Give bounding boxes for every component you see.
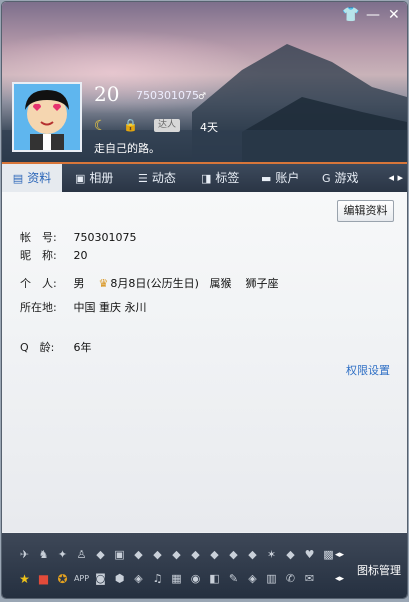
diamond-icon[interactable]: ◆ [206, 546, 223, 563]
game-icon: G [322, 172, 331, 185]
tab-feed[interactable]: ☰ 动态 [138, 164, 176, 192]
profile-window: 👕 — ✕ 20 750301075 ♂ ☾ 🔒 达人 4天 走自己的路。 ▤ 资… [2, 2, 407, 598]
birthday-value: 8月8日(公历生日) [110, 277, 199, 290]
diamond-icon[interactable]: ◆ [92, 546, 109, 563]
tag-icon[interactable]: ◧ [206, 570, 223, 587]
tab-album[interactable]: ▣ 相册 [75, 164, 113, 192]
music-icon[interactable]: ♫ [149, 570, 166, 587]
film-icon[interactable]: ▦ [168, 570, 185, 587]
avatar-image [25, 90, 69, 150]
tab-scroll-arrows[interactable]: ◂ ▸ [388, 164, 403, 192]
close-button[interactable]: ✕ [388, 8, 400, 22]
edit-profile-button[interactable]: 编辑资料 [337, 200, 394, 222]
tag-icon: ◨ [201, 172, 212, 185]
online-days: 4天 [200, 121, 218, 134]
qq-number: 750301075 [136, 89, 199, 102]
lock-icon: 🔒 [123, 118, 138, 132]
book-icon[interactable]: ▥ [263, 570, 280, 587]
heart-icon[interactable]: ♥ [301, 546, 318, 563]
app-icon[interactable]: APP [73, 570, 90, 587]
row1-scroll-arrows[interactable]: ◂▸ [335, 550, 344, 560]
skin-icon[interactable]: 👕 [342, 8, 359, 22]
moon-icon: ☾ [94, 118, 107, 134]
photo-album-icon: ▣ [75, 172, 86, 185]
diamond-icon[interactable]: ◆ [225, 546, 242, 563]
tab-games[interactable]: G 游戏 [322, 164, 359, 192]
tab-tags[interactable]: ◨ 标签 [201, 164, 239, 192]
account-label: 帐 号: [20, 231, 57, 244]
level-number: 20 [94, 82, 120, 106]
brush-icon[interactable]: ✎ [225, 570, 242, 587]
location-label: 所在地: [20, 301, 57, 314]
wallet-icon: ▬ [261, 172, 272, 185]
plane-icon[interactable]: ✈ [16, 546, 33, 563]
personal-label: 个 人: [20, 277, 57, 290]
diamond-icon[interactable]: ◆ [282, 546, 299, 563]
disc-icon[interactable]: ◉ [187, 570, 204, 587]
minimize-button[interactable]: — [366, 8, 380, 22]
profile-banner: 👕 — ✕ 20 750301075 ♂ ☾ 🔒 达人 4天 走自己的路。 [2, 2, 407, 164]
pet-icon[interactable]: ✦ [54, 546, 71, 563]
diamond-icon[interactable]: ◆ [244, 546, 261, 563]
mail-icon[interactable]: ✉ [301, 570, 318, 587]
monitor-icon[interactable]: ▣ [111, 546, 128, 563]
tab-account[interactable]: ▬ 账户 [261, 164, 299, 192]
nickname-label: 昵 称: [20, 249, 57, 262]
figure-icon[interactable]: ♙ [73, 546, 90, 563]
shield-icon[interactable]: ◈ [244, 570, 261, 587]
profile-info-panel: 编辑资料 帐 号: 750301075 昵 称: 20 个 人: 男 ♛ 8月8日… [2, 192, 407, 532]
gender-value: 男 [73, 277, 85, 290]
qage-label: Q 龄: [20, 341, 55, 354]
gender-icon: ♂ [198, 92, 207, 102]
game-icon[interactable]: ✪ [54, 570, 71, 587]
location-value: 中国 重庆 永川 [73, 301, 147, 314]
camera-icon[interactable]: ◙ [92, 570, 109, 587]
diamond-icon[interactable]: ◆ [130, 546, 147, 563]
bag-icon[interactable]: ■ [35, 570, 52, 587]
diamond-icon[interactable]: ◆ [149, 546, 166, 563]
avatar[interactable] [12, 82, 82, 152]
qage-value: 6年 [73, 341, 92, 354]
service-icons-row-2: ★ ■ ✪ APP ◙ ⬢ ◈ ♫ ▦ ◉ ◧ ✎ ◈ ▥ ✆ ✉ [16, 570, 318, 590]
tab-profile[interactable]: ▤ 资料 [2, 164, 62, 192]
cube-icon[interactable]: ⬢ [111, 570, 128, 587]
row2-scroll-arrows[interactable]: ◂▸ [335, 574, 344, 584]
crown-icon: ♛ [98, 277, 109, 290]
star-icon[interactable]: ★ [16, 570, 33, 587]
star-icon[interactable]: ✶ [263, 546, 280, 563]
permission-settings-link[interactable]: 权限设置 [346, 362, 390, 378]
service-icons-row-1: ✈ ♞ ✦ ♙ ◆ ▣ ◆ ◆ ◆ ◆ ◆ ◆ ◆ ✶ ◆ ♥ ▩ [16, 546, 337, 566]
icon-manager-button[interactable]: 图标管理 [357, 562, 401, 578]
sprite-icon[interactable]: ♞ [35, 546, 52, 563]
talent-badge: 达人 [154, 119, 181, 132]
tab-bar: ▤ 资料 ▣ 相册 ☰ 动态 ◨ 标签 ▬ 账户 G 游戏 ◂ ▸ [2, 164, 407, 192]
location-row: 所在地: 中国 重庆 永川 [20, 299, 147, 315]
profile-card-icon: ▤ [12, 172, 24, 185]
phone-icon[interactable]: ✆ [282, 570, 299, 587]
account-row: 帐 号: 750301075 [20, 229, 137, 245]
personal-row: 个 人: 男 ♛ 8月8日(公历生日) 属猴 狮子座 [20, 275, 278, 291]
zodiac-value: 属猴 [209, 277, 232, 290]
account-value: 750301075 [73, 231, 137, 244]
nickname-value: 20 [73, 249, 88, 262]
nickname-row: 昵 称: 20 [20, 247, 88, 263]
signature[interactable]: 走自己的路。 [94, 140, 160, 156]
feed-icon: ☰ [138, 172, 148, 185]
qage-row: Q 龄: 6年 [20, 339, 92, 355]
shield-icon[interactable]: ◈ [130, 570, 147, 587]
service-icon-bar: ✈ ♞ ✦ ♙ ◆ ▣ ◆ ◆ ◆ ◆ ◆ ◆ ◆ ✶ ◆ ♥ ▩ ◂▸ ★ ■… [2, 533, 407, 598]
diamond-icon[interactable]: ◆ [168, 546, 185, 563]
diamond-icon[interactable]: ◆ [187, 546, 204, 563]
constellation-value: 狮子座 [245, 277, 279, 290]
